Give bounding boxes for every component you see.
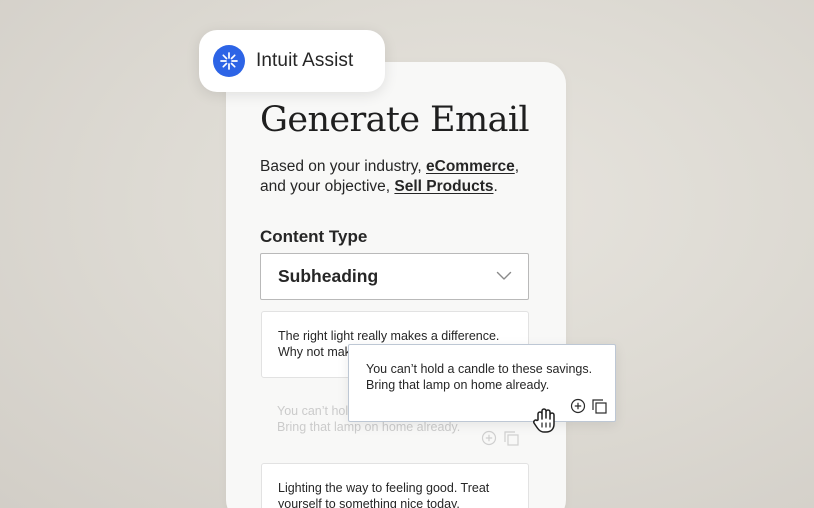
badge-label: Intuit Assist: [256, 50, 354, 71]
result-actions: [570, 398, 608, 415]
content-type-select[interactable]: Subheading: [260, 253, 529, 300]
copy-icon[interactable]: [591, 398, 608, 415]
popup-line: Bring that lamp on home already.: [366, 378, 550, 392]
sparkle-icon: [213, 45, 245, 77]
objective-link[interactable]: Sell Products: [394, 178, 493, 195]
content-type-label: Content Type: [260, 227, 368, 246]
popup-line: You can’t hold a candle to these savings…: [366, 362, 593, 376]
description-prefix: Based on your industry,: [260, 158, 426, 175]
description-suffix: .: [493, 178, 498, 195]
result-line: Lighting the way to feeling good. Treat: [278, 481, 490, 495]
intuit-assist-badge: Intuit Assist: [199, 30, 385, 92]
description-middle: ,: [514, 158, 520, 175]
ghost-actions: [481, 430, 520, 447]
content-type-value: Subheading: [278, 266, 379, 286]
chevron-down-icon: [496, 271, 512, 280]
description-line2: and your objective,: [260, 178, 395, 195]
copy-icon: [504, 431, 519, 446]
background: Intuit Assist Generate Email Based on yo…: [0, 0, 814, 508]
description: Based on your industry, eCommerce, and y…: [260, 157, 560, 197]
result-line: yourself to something nice today.: [278, 497, 460, 508]
industry-link[interactable]: eCommerce: [426, 158, 515, 175]
page-title: Generate Email: [260, 100, 530, 140]
add-circle-icon: [481, 430, 497, 446]
result-card[interactable]: Lighting the way to feeling good. Treat …: [261, 463, 529, 508]
hand-pointer-icon: [533, 408, 555, 433]
result-line: The right light really makes a differenc…: [278, 329, 500, 343]
add-circle-icon[interactable]: [570, 398, 586, 414]
